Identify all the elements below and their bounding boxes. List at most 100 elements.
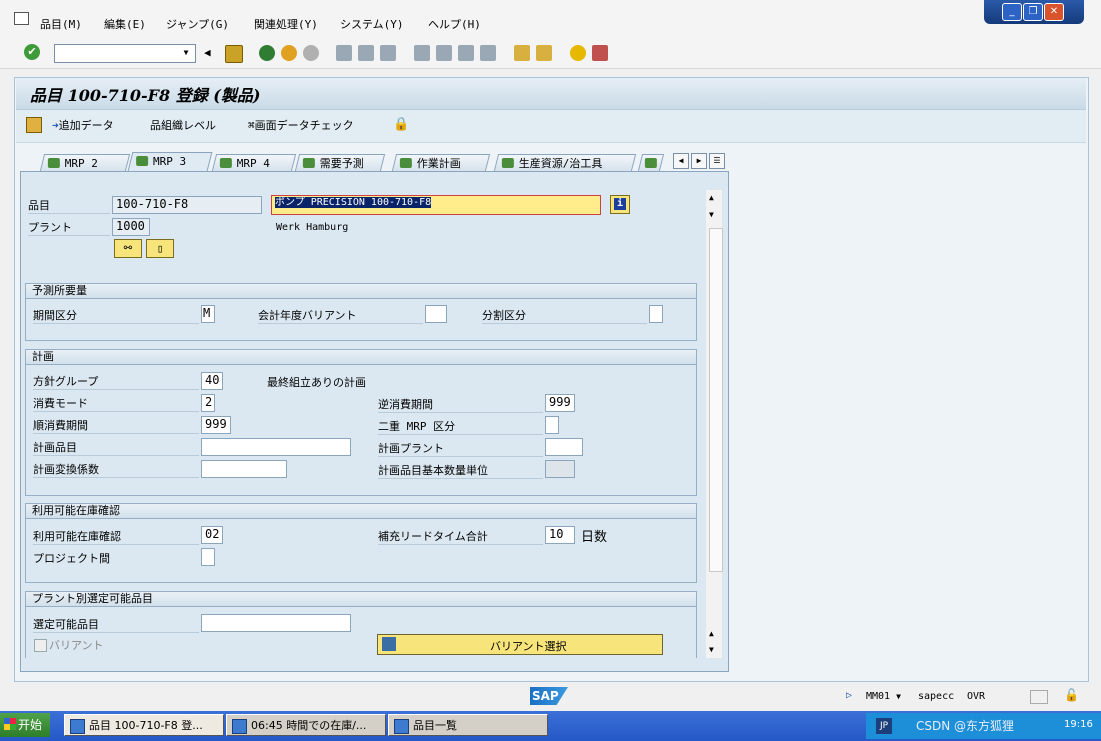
window-icon[interactable]: [14, 12, 29, 25]
status-toggle-icon[interactable]: ▷: [846, 690, 852, 701]
tab-mrp3[interactable]: MRP 3: [127, 152, 213, 171]
scroll-up-icon[interactable]: ▲: [709, 193, 714, 202]
tab-icon: [302, 158, 315, 168]
back-icon[interactable]: [259, 45, 275, 61]
command-field[interactable]: [54, 44, 196, 63]
scroll-thumb[interactable]: [709, 228, 723, 572]
plant-label: プラント: [28, 219, 110, 236]
save-icon[interactable]: [225, 45, 243, 63]
task-item-stock[interactable]: 06:45 時間での在庫/...: [226, 714, 386, 736]
check-screen-data-button[interactable]: ⌘画面データチェック: [248, 117, 354, 133]
conversion-factor-field[interactable]: [201, 460, 287, 478]
language-indicator[interactable]: JP: [876, 718, 892, 734]
find-next-icon[interactable]: [380, 45, 396, 61]
availability-group-title: 利用可能在庫確認: [26, 504, 696, 519]
additional-data-button[interactable]: ➜追加データ: [52, 117, 114, 133]
tab-next-icon[interactable]: ▶: [691, 153, 707, 169]
menu-environment[interactable]: 関連処理(Y): [254, 16, 318, 32]
planning-plant-field[interactable]: [545, 438, 583, 456]
variant-checkbox[interactable]: [34, 639, 47, 652]
lock-icon[interactable]: 🔒: [393, 117, 409, 132]
menu-material[interactable]: 品目(M): [40, 16, 82, 32]
description-field[interactable]: ポンプ PRECISION 100-710-F8: [271, 195, 601, 215]
variant-label: バリアント: [49, 639, 104, 652]
menu-help[interactable]: ヘルプ(H): [428, 16, 481, 32]
menu-goto[interactable]: ジャンプ(G): [166, 16, 229, 32]
tab-prt[interactable]: 生産資源/治工具: [493, 154, 637, 171]
tab-mrp2[interactable]: MRP 2: [39, 154, 131, 171]
connection-icon: [1030, 690, 1048, 704]
transaction-code[interactable]: MM01 ▼: [866, 691, 901, 702]
lead-time-field[interactable]: 10: [545, 526, 575, 544]
glasses-button[interactable]: ⚯: [114, 239, 142, 258]
fiscal-variant-label: 会計年度バリアント: [258, 307, 423, 324]
conversion-factor-label: 計画変換係数: [33, 461, 199, 478]
last-page-icon[interactable]: [480, 45, 496, 61]
tab-mrp4[interactable]: MRP 4: [211, 154, 297, 171]
history-back-icon[interactable]: ◀: [204, 46, 211, 59]
transaction-text: MM01: [866, 691, 891, 702]
consumption-mode-field[interactable]: 2: [201, 394, 215, 412]
task-item-material-create[interactable]: 品目 100-710-F8 登...: [64, 714, 224, 736]
restore-icon[interactable]: ❐: [1023, 3, 1043, 21]
close-icon[interactable]: ✕: [1044, 3, 1064, 21]
tab-forecast[interactable]: 需要予測: [294, 154, 386, 171]
layout-icon[interactable]: [592, 45, 608, 61]
scroll-down-icon[interactable]: ▼: [709, 210, 714, 219]
insert-mode[interactable]: OVR: [967, 691, 985, 702]
cancel-icon[interactable]: [303, 45, 319, 61]
cross-project-label: プロジェクト間: [33, 552, 110, 565]
planning-plant-label: 計画プラント: [378, 440, 543, 457]
strategy-group-text: 最終組立ありの計画: [267, 376, 366, 389]
configurable-group-title: プラント別選定可能品目: [26, 592, 696, 607]
document-button[interactable]: ▯: [146, 239, 174, 258]
chevron-down-icon[interactable]: ▼: [178, 44, 194, 61]
material-label: 品目: [28, 197, 110, 214]
fiscal-variant-field[interactable]: [425, 305, 447, 323]
new-session-icon[interactable]: [514, 45, 530, 61]
document-icon: ▯: [156, 242, 164, 255]
tab-list-icon[interactable]: ☰: [709, 153, 725, 169]
find-icon[interactable]: [358, 45, 374, 61]
forward-period-field[interactable]: 999: [201, 416, 231, 434]
help-icon[interactable]: [570, 45, 586, 61]
first-page-icon[interactable]: [414, 45, 430, 61]
org-data-icon[interactable]: [26, 117, 42, 133]
scroll-up-icon[interactable]: ▲: [709, 629, 714, 638]
variant-select-button[interactable]: バリアント選択: [377, 634, 663, 655]
tab-more[interactable]: [637, 154, 665, 171]
menu-system[interactable]: システム(Y): [340, 16, 404, 32]
clock: 19:16: [1064, 719, 1093, 730]
system-name: sapecc: [918, 691, 955, 702]
prev-page-icon[interactable]: [436, 45, 452, 61]
next-page-icon[interactable]: [458, 45, 474, 61]
exit-icon[interactable]: [281, 45, 297, 61]
enter-icon[interactable]: ✔: [24, 44, 40, 60]
backward-period-field[interactable]: 999: [545, 394, 575, 412]
scroll-down-icon[interactable]: ▼: [709, 645, 714, 654]
material-field[interactable]: 100-710-F8: [112, 196, 262, 214]
availability-check-field[interactable]: 02: [201, 526, 223, 544]
tab-work-scheduling[interactable]: 作業計画: [391, 154, 491, 171]
minimize-icon[interactable]: _: [1002, 3, 1022, 21]
period-field[interactable]: M: [201, 305, 215, 323]
variant-select-label: バリアント選択: [490, 640, 567, 653]
org-level-button[interactable]: 品組織レベル: [150, 117, 216, 133]
planning-material-field[interactable]: [201, 438, 351, 456]
info-button[interactable]: i: [610, 195, 630, 214]
mixed-mrp-field[interactable]: [545, 416, 559, 434]
plant-field[interactable]: 1000: [112, 218, 150, 236]
tab-prev-icon[interactable]: ◀: [673, 153, 689, 169]
strategy-group-field[interactable]: 40: [201, 372, 223, 390]
split-field[interactable]: [649, 305, 663, 323]
shortcut-icon[interactable]: [536, 45, 552, 61]
planning-uom-field: [545, 460, 575, 478]
sap-window-icon: [232, 719, 247, 734]
planning-uom-label: 計画品目基本数量単位: [378, 462, 543, 479]
menu-edit[interactable]: 編集(E): [104, 16, 146, 32]
cross-project-field[interactable]: [201, 548, 215, 566]
configurable-material-field[interactable]: [201, 614, 351, 632]
task-item-material-list[interactable]: 品目一覧: [388, 714, 548, 736]
planning-group-title: 計画: [26, 350, 696, 365]
print-icon[interactable]: [336, 45, 352, 61]
